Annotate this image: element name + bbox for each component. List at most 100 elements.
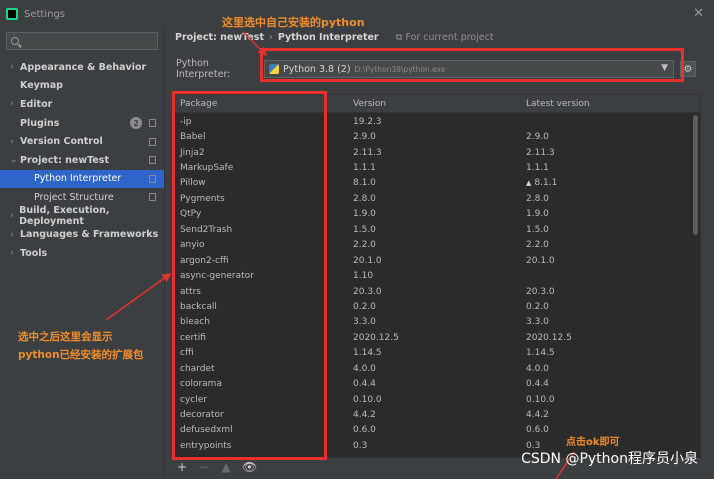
latest-version: 0.4.4 (526, 379, 549, 390)
latest-version: 1.1.1 (526, 163, 549, 174)
latest-version: 20.3.0 (526, 286, 555, 297)
latest-version: 2.8.0 (526, 193, 549, 204)
installed-version: 1.10 (353, 271, 374, 282)
chevron-icon: › (10, 136, 14, 147)
latest-version: 3.3.0 (526, 317, 549, 328)
installed-version: 8.1.0 (353, 178, 376, 189)
sidebar-item-version-control[interactable]: › Version Control (0, 132, 164, 151)
project-settings-icon (149, 119, 156, 128)
annotation-left-line1: 选中之后这里会显示 (18, 331, 113, 343)
annotation-packages-highlight (172, 91, 327, 460)
sidebar-item-label: Project Structure (34, 191, 114, 203)
installed-version: 20.3.0 (353, 286, 382, 297)
annotation-bottom-text: 点击ok即可 (566, 437, 620, 448)
sidebar-item-project-structure[interactable]: Project Structure (0, 188, 164, 207)
installed-version: 0.3 (353, 440, 368, 451)
show-early-releases-button[interactable]: 👁 (242, 460, 257, 474)
latest-version: ▲ 8.1.1 (520, 178, 690, 188)
sidebar-item-python-interpreter[interactable]: Python Interpreter (0, 169, 164, 189)
sidebar-item-label: Editor (20, 98, 53, 110)
sidebar-item-label: Version Control (20, 136, 103, 148)
installed-version: 3.3.0 (353, 317, 376, 328)
chevron-icon: › (10, 229, 14, 240)
installed-version: 1.5.0 (353, 224, 376, 235)
breadcrumb: Project: newTest › Python Interpreter ⧉ … (175, 32, 494, 43)
upgrade-available-icon: ▲ (526, 179, 532, 188)
scope-label: ⧉ For current project (395, 32, 494, 43)
latest-version: 1.9.0 (526, 209, 549, 220)
sidebar-item-label: Python Interpreter (34, 173, 122, 185)
project-settings-icon (149, 137, 156, 146)
installed-version: 4.0.0 (353, 363, 376, 374)
sidebar-item-keymap[interactable]: Keymap (0, 77, 164, 96)
latest-version: 4.0.0 (526, 363, 549, 374)
add-package-button[interactable]: + (176, 460, 188, 474)
window-title: Settings (24, 8, 66, 20)
installed-version: 2020.12.5 (353, 332, 399, 343)
latest-version: 1.5.0 (526, 224, 549, 235)
chevron-icon: ⌄ (10, 155, 18, 166)
latest-version: 20.1.0 (526, 255, 555, 266)
installed-version: 2.9.0 (353, 132, 376, 143)
installed-version: 0.4.4 (353, 379, 376, 390)
project-settings-icon (149, 156, 156, 165)
annotation-left-text: 选中之后这里会显示 python已经安装的扩展包 (18, 328, 144, 364)
latest-version: 2.9.0 (526, 132, 549, 143)
sidebar-item-label: Plugins (20, 117, 60, 129)
installed-version: 20.1.0 (353, 255, 382, 266)
latest-version: 2.2.0 (526, 240, 549, 251)
column-header-version[interactable]: Version (347, 99, 520, 109)
installed-version: 2.8.0 (353, 193, 376, 204)
vertical-scrollbar[interactable] (693, 115, 698, 235)
installed-version: 0.2.0 (353, 301, 376, 312)
column-header-latest-version[interactable]: Latest version (520, 99, 690, 109)
sidebar-item-project-newtest[interactable]: ⌄ Project: newTest (0, 151, 164, 170)
sidebar-item-languages-frameworks[interactable]: › Languages & Frameworks (0, 225, 164, 244)
installed-version: 19.2.3 (353, 116, 382, 127)
latest-version: 0.10.0 (526, 394, 555, 405)
installed-version: 1.1.1 (353, 163, 376, 174)
latest-version: 4.4.2 (526, 410, 549, 421)
sidebar-item-appearance-behavior[interactable]: › Appearance & Behavior (0, 58, 164, 77)
annotation-top-text: 这里选中自己安装的python (222, 16, 365, 29)
upgrade-package-button[interactable]: ▲ (220, 460, 232, 474)
sidebar-item-label: Project: newTest (20, 154, 109, 166)
breadcrumb-separator: › (269, 32, 273, 43)
close-icon[interactable]: ✕ (693, 6, 704, 21)
latest-version-value: 8.1.1 (534, 178, 558, 189)
settings-search-input[interactable] (6, 32, 158, 50)
sidebar-item-tools[interactable]: › Tools (0, 244, 164, 263)
pycharm-logo-icon (6, 8, 18, 20)
annotation-interpreter-highlight (260, 48, 684, 82)
sidebar-item-editor[interactable]: › Editor (0, 95, 164, 114)
installed-version: 2.11.3 (353, 147, 382, 158)
sidebar-item-plugins[interactable]: Plugins 2 (0, 114, 164, 133)
breadcrumb-page: Python Interpreter (277, 32, 379, 43)
remove-package-button[interactable]: − (198, 460, 210, 474)
breadcrumb-project[interactable]: Project: newTest (175, 32, 264, 43)
updates-badge: 2 (130, 117, 142, 130)
annotation-left-line2: python已经安装的扩展包 (18, 349, 144, 361)
installed-version: 1.9.0 (353, 209, 376, 220)
latest-version: 1.14.5 (526, 348, 555, 359)
installed-version: 1.14.5 (353, 348, 382, 359)
sidebar-item-label: Appearance & Behavior (20, 61, 147, 73)
package-toolbar: + − ▲ 👁 (176, 460, 257, 474)
chevron-icon: › (10, 99, 14, 110)
latest-version: 2.11.3 (526, 147, 555, 158)
project-settings-icon (149, 193, 156, 202)
watermark: CSDN @Python程序员小泉 (521, 451, 698, 467)
chevron-icon: › (10, 248, 14, 259)
settings-sidebar: › Appearance & Behavior Keymap › Editor Plugi… (0, 28, 165, 479)
sidebar-item-label: Tools (20, 247, 48, 259)
installed-version: 0.10.0 (353, 394, 382, 405)
chevron-icon: › (10, 62, 14, 73)
search-icon (11, 37, 19, 45)
latest-version: 0.2.0 (526, 301, 549, 312)
chevron-icon: › (10, 211, 14, 222)
installed-version: 4.4.2 (353, 410, 376, 421)
sidebar-item-label: Keymap (20, 80, 63, 92)
sidebar-item-build-execution-deployment[interactable]: › Build, Execution, Deployment (0, 205, 164, 227)
sidebar-item-label: Languages & Frameworks (20, 229, 159, 241)
interpreter-label: Python Interpreter: (176, 58, 231, 80)
